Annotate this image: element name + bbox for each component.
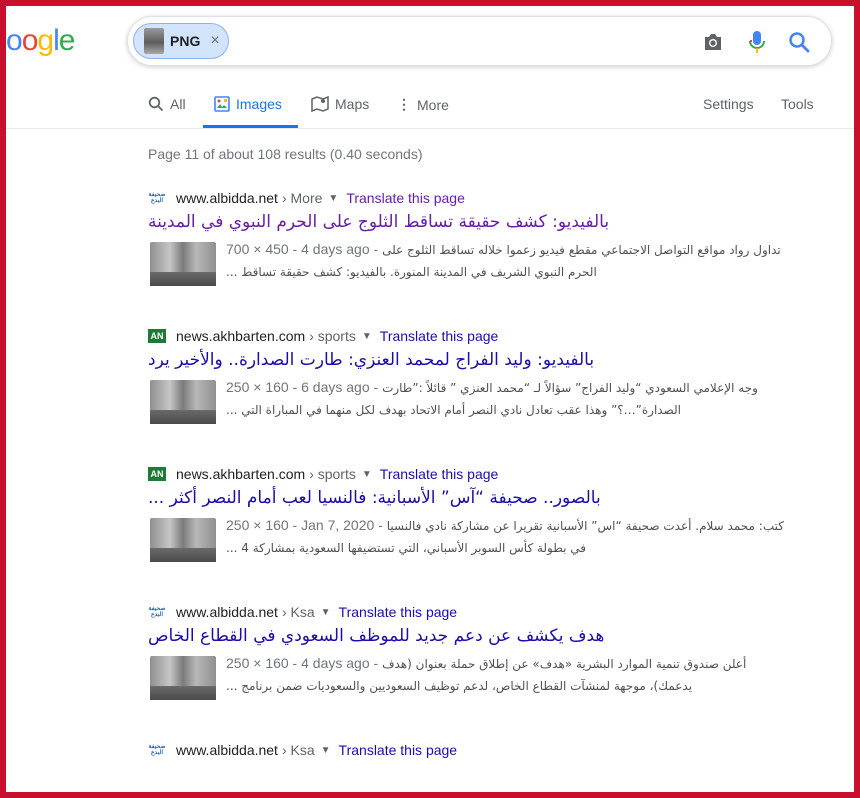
tab-images-label: Images: [236, 96, 282, 112]
dropdown-caret-icon[interactable]: ▼: [362, 469, 372, 480]
settings-label: Settings: [703, 96, 754, 112]
tab-maps[interactable]: Maps: [311, 96, 369, 112]
result-thumbnail[interactable]: [150, 242, 216, 286]
dropdown-caret-icon[interactable]: ▼: [321, 745, 331, 756]
map-icon: [311, 96, 329, 112]
search-icon: [148, 96, 164, 112]
snippet-line-2: الصدارة”…؟” وهذا عقب تعادل نادي النصر أم…: [226, 403, 681, 417]
snippet-line-2: الحرم النبوي الشريف في المدينة المنورة. …: [226, 265, 597, 279]
result-breadcrumb: › sports: [309, 466, 356, 482]
tools-link[interactable]: Tools: [781, 96, 814, 112]
result-cite: AN news.akhbarten.com › sports ▼ Transla…: [148, 464, 498, 484]
result-breadcrumb: › More: [281, 190, 323, 206]
snippet-line-2: يدعمك)، موجهة لمنشآت القطاع الخاص، لدعم …: [226, 679, 693, 693]
search-box[interactable]: PNG ×: [127, 16, 832, 66]
tab-all[interactable]: All: [148, 96, 186, 112]
camera-icon[interactable]: [700, 29, 726, 55]
site-favicon: صحيفة البدع: [148, 606, 166, 618]
translate-link[interactable]: Translate this page: [380, 466, 499, 482]
search-result: صحيفة البدع www.albidda.net › Ksa ▼ Tran…: [148, 602, 808, 712]
site-favicon: صحيفة البدع: [148, 192, 166, 204]
site-favicon: AN: [148, 329, 166, 343]
tab-more-label: More: [417, 96, 449, 113]
snippet-line-1: كتب: محمد سلام. أعدت صحيفة “اس” الأسباني…: [386, 519, 784, 533]
result-snippet: 250 × 160 - Jan 7, 2020 - كتب: محمد سلام…: [148, 514, 808, 562]
result-snippet: 250 × 160 - 4 days ago - أعلن صندوق تنمي…: [148, 652, 808, 700]
search-result: AN news.akhbarten.com › sports ▼ Transla…: [148, 464, 808, 574]
settings-link[interactable]: Settings: [703, 96, 754, 112]
result-breadcrumb: › Ksa: [281, 604, 315, 620]
result-thumbnail[interactable]: [150, 380, 216, 424]
search-result: صحيفة البدع www.albidda.net › More ▼ Tra…: [148, 188, 808, 298]
header-divider: [6, 128, 854, 129]
image-icon: [214, 96, 230, 112]
close-icon[interactable]: ×: [210, 32, 219, 50]
result-title[interactable]: هدف يكشف عن دعم جديد للموظف السعودي في ا…: [148, 626, 808, 646]
result-thumbnail[interactable]: [150, 656, 216, 700]
translate-link[interactable]: Translate this page: [346, 190, 465, 206]
query-image-thumbnail: [144, 28, 164, 54]
tab-more[interactable]: ⋮ More: [397, 96, 449, 113]
tools-label: Tools: [781, 96, 814, 112]
translate-link[interactable]: Translate this page: [380, 328, 499, 344]
result-domain[interactable]: www.albidda.net: [176, 190, 278, 206]
result-title[interactable]: بالفيديو: كشف حقيقة تساقط الثلوج على الح…: [148, 212, 808, 232]
search-result: AN news.akhbarten.com › sports ▼ Transla…: [148, 326, 808, 436]
result-thumbnail[interactable]: [150, 518, 216, 562]
tab-maps-label: Maps: [335, 96, 370, 112]
result-cite: صحيفة البدع www.albidda.net › Ksa ▼ Tran…: [148, 602, 457, 622]
search-tabs: All Images Maps ⋮ More Settings Tools: [148, 92, 840, 128]
more-vert-icon: ⋮: [397, 96, 411, 112]
result-breadcrumb: › Ksa: [281, 742, 315, 758]
site-favicon: صحيفة البدع: [148, 744, 166, 756]
result-stats: Page 11 of about 108 results (0.40 secon…: [148, 146, 423, 162]
snippet-line-1: أعلن صندوق تنمية الموارد البشرية «هدف» ع…: [382, 657, 747, 671]
tab-all-label: All: [170, 96, 186, 112]
search-result: صحيفة البدع www.albidda.net › Ksa ▼ Tran…: [148, 740, 808, 790]
image-meta: 250 × 160 - 6 days ago -: [226, 379, 379, 395]
site-favicon: AN: [148, 467, 166, 481]
result-breadcrumb: › sports: [309, 328, 356, 344]
result-snippet: 700 × 450 - 4 days ago - تداول رواد مواق…: [148, 238, 808, 286]
snippet-line-1: وجه الإعلامي السعودي “وليد الفراج” سؤالا…: [382, 381, 758, 395]
dropdown-caret-icon[interactable]: ▼: [321, 607, 331, 618]
dropdown-caret-icon[interactable]: ▼: [362, 331, 372, 342]
image-meta: 250 × 160 - 4 days ago -: [226, 655, 379, 671]
result-title[interactable]: بالفيديو: وليد الفراج لمحمد العنزي: طارت…: [148, 350, 808, 370]
result-title[interactable]: بالصور.. صحيفة “آس” الأسبانية: فالنسيا ل…: [148, 488, 808, 508]
result-domain[interactable]: news.akhbarten.com: [176, 466, 305, 482]
result-domain[interactable]: www.albidda.net: [176, 742, 278, 758]
result-snippet: 250 × 160 - 6 days ago - وجه الإعلامي ال…: [148, 376, 808, 424]
result-domain[interactable]: www.albidda.net: [176, 604, 278, 620]
snippet-line-2: في بطولة كأس السوبر الأسباني، التي تستضي…: [226, 541, 586, 555]
search-icon[interactable]: [786, 29, 812, 55]
microphone-icon[interactable]: [744, 29, 770, 55]
image-meta: 700 × 450 - 4 days ago -: [226, 241, 379, 257]
image-query-chip[interactable]: PNG ×: [133, 23, 229, 59]
translate-link[interactable]: Translate this page: [339, 742, 458, 758]
result-cite: صحيفة البدع www.albidda.net › Ksa ▼ Tran…: [148, 740, 457, 760]
google-logo[interactable]: oogle: [6, 24, 75, 58]
snippet-line-1: تداول رواد مواقع التواصل الاجتماعي مقطع …: [382, 243, 781, 257]
tab-images[interactable]: Images: [214, 96, 282, 112]
chip-label: PNG: [170, 33, 201, 49]
dropdown-caret-icon[interactable]: ▼: [328, 193, 338, 204]
result-cite: AN news.akhbarten.com › sports ▼ Transla…: [148, 326, 498, 346]
image-meta: 250 × 160 - Jan 7, 2020 -: [226, 517, 383, 533]
result-cite: صحيفة البدع www.albidda.net › More ▼ Tra…: [148, 188, 465, 208]
result-domain[interactable]: news.akhbarten.com: [176, 328, 305, 344]
translate-link[interactable]: Translate this page: [339, 604, 458, 620]
